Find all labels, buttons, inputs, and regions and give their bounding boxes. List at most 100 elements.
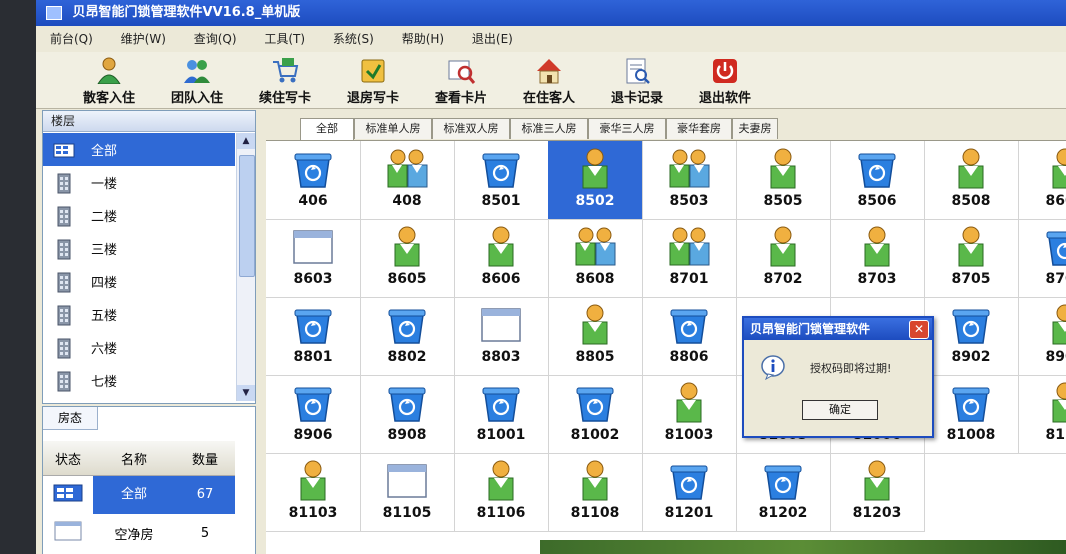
room-cell[interactable]: 8705: [924, 219, 1019, 298]
room-cell[interactable]: 81008: [924, 375, 1019, 454]
menu-system[interactable]: 系统(S): [333, 32, 374, 46]
floor-label: 七楼: [91, 375, 118, 390]
room-cell[interactable]: 81203: [830, 453, 925, 532]
room-type-tab[interactable]: 夫妻房: [732, 118, 778, 139]
toolbar-button[interactable]: 退卡记录: [594, 56, 680, 106]
menu-tools[interactable]: 工具(T): [264, 32, 305, 46]
room-number: 8706: [1045, 271, 1066, 287]
room-cell[interactable]: 8903: [1018, 297, 1066, 376]
room-type-tab[interactable]: 标准三人房: [510, 118, 588, 139]
scroll-down-icon[interactable]: ▼: [237, 385, 255, 401]
scroll-thumb[interactable]: [239, 155, 255, 277]
room-type-tab[interactable]: 豪华三人房: [588, 118, 666, 139]
room-type-tab[interactable]: 豪华套房: [666, 118, 732, 139]
room-number: 81002: [570, 427, 620, 443]
room-cell[interactable]: 8603: [266, 219, 361, 298]
close-icon[interactable]: ✕: [909, 320, 929, 339]
toolbar-button[interactable]: 续住写卡: [242, 56, 328, 106]
room-cell[interactable]: 408: [360, 141, 455, 220]
room-cell[interactable]: 81002: [548, 375, 643, 454]
room-cell[interactable]: 8702: [736, 219, 831, 298]
floor-label: 四楼: [91, 276, 118, 291]
room-cell[interactable]: 8503: [642, 141, 737, 220]
room-number: 8702: [763, 271, 803, 287]
room-cell[interactable]: 8906: [266, 375, 361, 454]
room-cell[interactable]: 8805: [548, 297, 643, 376]
floor-item[interactable]: 二楼: [43, 199, 235, 232]
room-cell[interactable]: 8803: [454, 297, 549, 376]
room-cell[interactable]: 81201: [642, 453, 737, 532]
floor-item[interactable]: 五楼: [43, 298, 235, 331]
room-number: 8506: [857, 193, 897, 209]
status-tab[interactable]: 房态: [43, 407, 98, 430]
room-cell[interactable]: 8505: [736, 141, 831, 220]
room-cell[interactable]: 8606: [454, 219, 549, 298]
floor-label: 二楼: [91, 210, 118, 225]
menu-front[interactable]: 前台(Q): [50, 32, 93, 46]
toolbar-button[interactable]: 退出软件: [682, 56, 768, 106]
room-cell[interactable]: 81103: [266, 453, 361, 532]
recycle-bin-icon: [858, 153, 896, 188]
guest-icon: [300, 460, 326, 501]
room-type-tab[interactable]: 标准双人房: [432, 118, 510, 139]
toolbar: 散客入住 团队入住 续住写卡 退房写卡 查看卡片 在住客人 退卡记录 退出软件: [36, 52, 1066, 109]
room-cell[interactable]: 8806: [642, 297, 737, 376]
room-cell[interactable]: 8605: [360, 219, 455, 298]
floor-item[interactable]: 四楼: [43, 265, 235, 298]
room-cell[interactable]: 8601: [1018, 141, 1066, 220]
room-cell[interactable]: 406: [266, 141, 361, 220]
building-icon: [57, 173, 71, 193]
guest-icon: [1052, 148, 1066, 189]
floor-item[interactable]: 全部: [43, 133, 235, 166]
ok-button[interactable]: 确定: [802, 400, 878, 420]
status-row[interactable]: 全部 67: [43, 476, 235, 514]
toolbar-button[interactable]: 在住客人: [506, 56, 592, 106]
toolbar-button[interactable]: 查看卡片: [418, 56, 504, 106]
home-guest-icon: [537, 59, 561, 84]
recycle-bin-icon: [388, 309, 426, 344]
room-cell[interactable]: 81001: [454, 375, 549, 454]
floor-item[interactable]: 七楼: [43, 364, 235, 397]
room-cell[interactable]: 81106: [454, 453, 549, 532]
room-number: 406: [298, 193, 328, 209]
room-cell[interactable]: 8506: [830, 141, 925, 220]
room-cell[interactable]: 8703: [830, 219, 925, 298]
floor-item[interactable]: 六楼: [43, 331, 235, 364]
room-cell[interactable]: 81202: [736, 453, 831, 532]
menu-query[interactable]: 查询(Q): [194, 32, 237, 46]
menu-exit[interactable]: 退出(E): [472, 32, 513, 46]
room-cell[interactable]: 8608: [548, 219, 643, 298]
room-cell[interactable]: 8902: [924, 297, 1019, 376]
room-cell[interactable]: 8502: [548, 141, 643, 220]
toolbar-button[interactable]: 退房写卡: [330, 56, 416, 106]
room-number: 81008: [946, 427, 996, 443]
room-type-tab[interactable]: 标准单人房: [354, 118, 432, 139]
room-cell[interactable]: 8802: [360, 297, 455, 376]
scroll-up-icon[interactable]: ▲: [237, 133, 255, 149]
room-number: 8605: [387, 271, 427, 287]
room-cell[interactable]: 8110: [1018, 375, 1066, 454]
toolbar-button[interactable]: 团队入住: [154, 56, 240, 106]
room-cell[interactable]: 8908: [360, 375, 455, 454]
room-number: 81203: [852, 505, 902, 521]
room-cell[interactable]: 8801: [266, 297, 361, 376]
floor-item[interactable]: 一楼: [43, 166, 235, 199]
room-cell[interactable]: 8706: [1018, 219, 1066, 298]
menu-maintain[interactable]: 维护(W): [121, 32, 166, 46]
status-row[interactable]: 空净房 5: [43, 514, 235, 552]
room-cell[interactable]: 8508: [924, 141, 1019, 220]
room-cell[interactable]: 81105: [360, 453, 455, 532]
room-cell[interactable]: 81108: [548, 453, 643, 532]
floor-scrollbar[interactable]: ▲ ▼: [236, 133, 255, 401]
guest-icon: [958, 226, 984, 267]
room-cell[interactable]: 8701: [642, 219, 737, 298]
menu-help[interactable]: 帮助(H): [402, 32, 444, 46]
col-name: 名称: [120, 452, 147, 468]
background-scene: [540, 540, 1066, 554]
floor-item[interactable]: 三楼: [43, 232, 235, 265]
building-icon: [57, 272, 71, 292]
toolbar-button[interactable]: 散客入住: [66, 56, 152, 106]
room-cell[interactable]: 8501: [454, 141, 549, 220]
room-type-tab[interactable]: 全部: [300, 118, 354, 140]
room-cell[interactable]: 81003: [642, 375, 737, 454]
